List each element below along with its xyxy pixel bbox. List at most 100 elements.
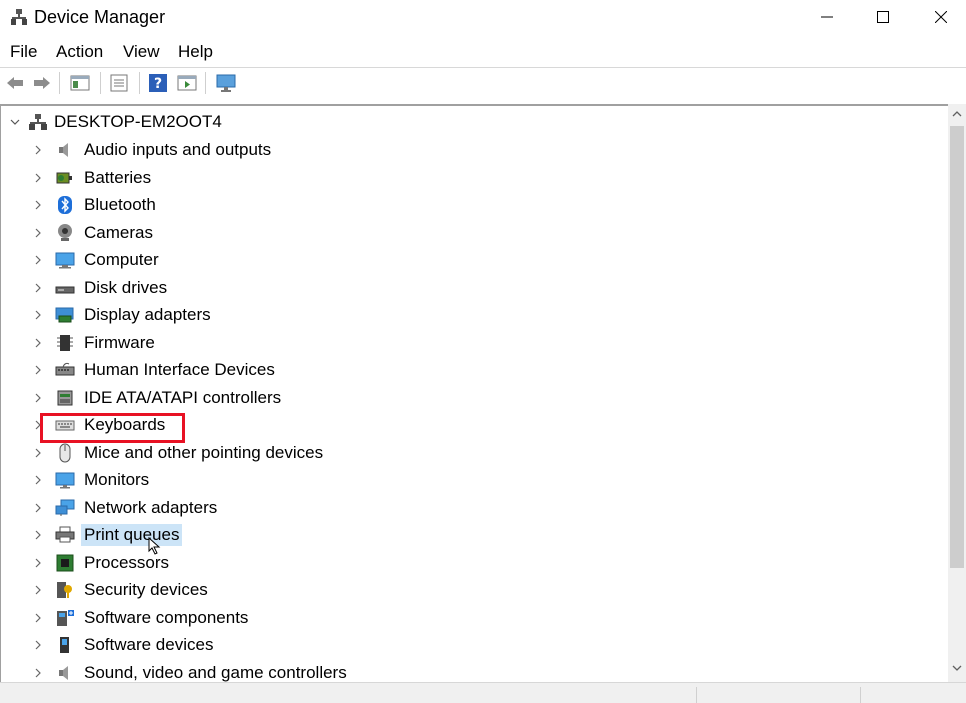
tree-item[interactable]: Software devices — [31, 632, 216, 658]
show-hide-console-tree-icon[interactable] — [68, 71, 92, 95]
chevron-right-icon[interactable] — [31, 528, 45, 542]
chevron-right-icon[interactable] — [31, 226, 45, 240]
close-button[interactable] — [918, 0, 964, 34]
battery-icon — [55, 168, 75, 188]
chevron-right-icon[interactable] — [31, 308, 45, 322]
security-device-icon — [55, 580, 75, 600]
toolbar: ? — [0, 68, 966, 100]
back-arrow-icon[interactable] — [3, 71, 27, 95]
menu-help[interactable]: Help — [178, 42, 213, 62]
tree-item-label: Monitors — [84, 470, 150, 489]
chevron-down-icon[interactable] — [8, 115, 22, 129]
hid-icon — [55, 360, 75, 380]
tree-item[interactable]: Sound, video and game controllers — [31, 660, 350, 685]
help-icon[interactable]: ? — [146, 71, 170, 95]
tree-item[interactable]: Cameras — [31, 220, 156, 246]
printer-icon — [55, 525, 75, 545]
chevron-right-icon[interactable] — [31, 391, 45, 405]
chevron-right-icon[interactable] — [31, 501, 45, 515]
menu-file[interactable]: File — [10, 42, 37, 62]
menu-action[interactable]: Action — [56, 42, 103, 62]
window-title: Device Manager — [34, 7, 166, 27]
speaker-icon — [55, 140, 75, 160]
tree-item-label: Disk drives — [84, 277, 168, 297]
status-divider — [860, 687, 861, 703]
toolbar-divider — [59, 72, 60, 94]
tree-item-label: Bluetooth — [84, 195, 156, 214]
status-divider — [696, 687, 697, 703]
scroll-up-arrow-icon[interactable] — [952, 110, 962, 118]
tree-item[interactable]: Computer — [31, 247, 162, 273]
chevron-right-icon[interactable] — [31, 473, 45, 487]
chevron-right-icon[interactable] — [31, 446, 45, 460]
device-manager-app-icon — [10, 8, 28, 26]
software-component-icon — [55, 608, 75, 628]
chevron-right-icon[interactable] — [31, 281, 45, 295]
forward-arrow-icon[interactable] — [30, 71, 54, 95]
processor-icon — [55, 553, 75, 573]
properties-icon[interactable] — [107, 71, 131, 95]
tree-item-label: Display adapters — [84, 305, 211, 324]
tree-item[interactable]: Monitors — [31, 467, 152, 493]
tree-item[interactable]: Firmware — [31, 330, 158, 356]
firmware-chip-icon — [55, 333, 75, 353]
tree-item-label: IDE ATA/ATAPI controllers — [84, 387, 282, 407]
title-bar: Device Manager — [0, 0, 966, 36]
tree-item-label: Firmware — [84, 332, 155, 352]
webcam-icon — [55, 223, 75, 243]
tree-item-label: Print queues — [81, 524, 183, 546]
tree-item[interactable]: Software components — [31, 605, 251, 631]
tree-item-label: Computer — [84, 250, 159, 269]
tree-item-label: Security devices — [84, 580, 208, 599]
chevron-right-icon[interactable] — [31, 611, 45, 625]
tree-item-label: Audio inputs and outputs — [84, 140, 272, 159]
computer-icon — [55, 250, 75, 270]
chevron-right-icon[interactable] — [31, 556, 45, 570]
tree-item[interactable]: Display adapters — [31, 302, 214, 328]
toolbar-divider — [205, 72, 206, 94]
tree-item-label: Batteries — [84, 167, 152, 187]
status-bar — [0, 682, 966, 703]
software-device-icon — [55, 635, 75, 655]
menu-view[interactable]: View — [123, 42, 160, 62]
tree-item-label: Cameras — [84, 222, 153, 242]
tree-item-label: Software devices — [84, 635, 214, 654]
tree-item[interactable]: Network adapters — [31, 495, 220, 521]
chevron-right-icon[interactable] — [31, 336, 45, 350]
chevron-right-icon[interactable] — [31, 363, 45, 377]
ide-controller-icon — [55, 388, 75, 408]
svg-text:?: ? — [154, 76, 162, 92]
chevron-right-icon[interactable] — [31, 253, 45, 267]
computer-name: DESKTOP-EM2OOT4 — [54, 112, 222, 131]
tree-root-node[interactable]: DESKTOP-EM2OOT4 — [8, 109, 222, 135]
chevron-right-icon[interactable] — [31, 638, 45, 652]
toolbar-divider — [139, 72, 140, 94]
minimize-button[interactable] — [804, 0, 850, 34]
tree-item[interactable]: Batteries — [31, 165, 154, 191]
action-pane-icon[interactable] — [175, 71, 199, 95]
tree-item-label: Network adapters — [84, 497, 218, 517]
sound-controller-icon — [55, 663, 75, 683]
network-icon — [55, 498, 75, 518]
chevron-right-icon[interactable] — [31, 143, 45, 157]
tree-item[interactable]: IDE ATA/ATAPI controllers — [31, 385, 284, 411]
tree-item[interactable]: Disk drives — [31, 275, 170, 301]
mouse-cursor-icon — [148, 537, 161, 555]
disk-drive-icon — [55, 278, 75, 298]
scan-hardware-monitor-icon[interactable] — [214, 71, 238, 95]
chevron-right-icon[interactable] — [31, 171, 45, 185]
menu-bar: File Action View Help — [0, 38, 966, 66]
chevron-right-icon[interactable] — [31, 198, 45, 212]
maximize-button[interactable] — [860, 0, 906, 34]
scrollbar-thumb[interactable] — [950, 126, 964, 568]
chevron-right-icon[interactable] — [31, 666, 45, 680]
tree-item[interactable]: Security devices — [31, 577, 211, 603]
chevron-right-icon[interactable] — [31, 583, 45, 597]
mouse-icon — [55, 443, 75, 463]
tree-item[interactable]: Audio inputs and outputs — [31, 137, 274, 163]
computer-tree-root-icon — [28, 112, 48, 132]
tree-item[interactable]: Mice and other pointing devices — [31, 440, 326, 466]
scroll-down-arrow-icon[interactable] — [952, 664, 962, 672]
tree-item[interactable]: Human Interface Devices — [31, 357, 278, 383]
tree-item[interactable]: Bluetooth — [31, 192, 159, 218]
